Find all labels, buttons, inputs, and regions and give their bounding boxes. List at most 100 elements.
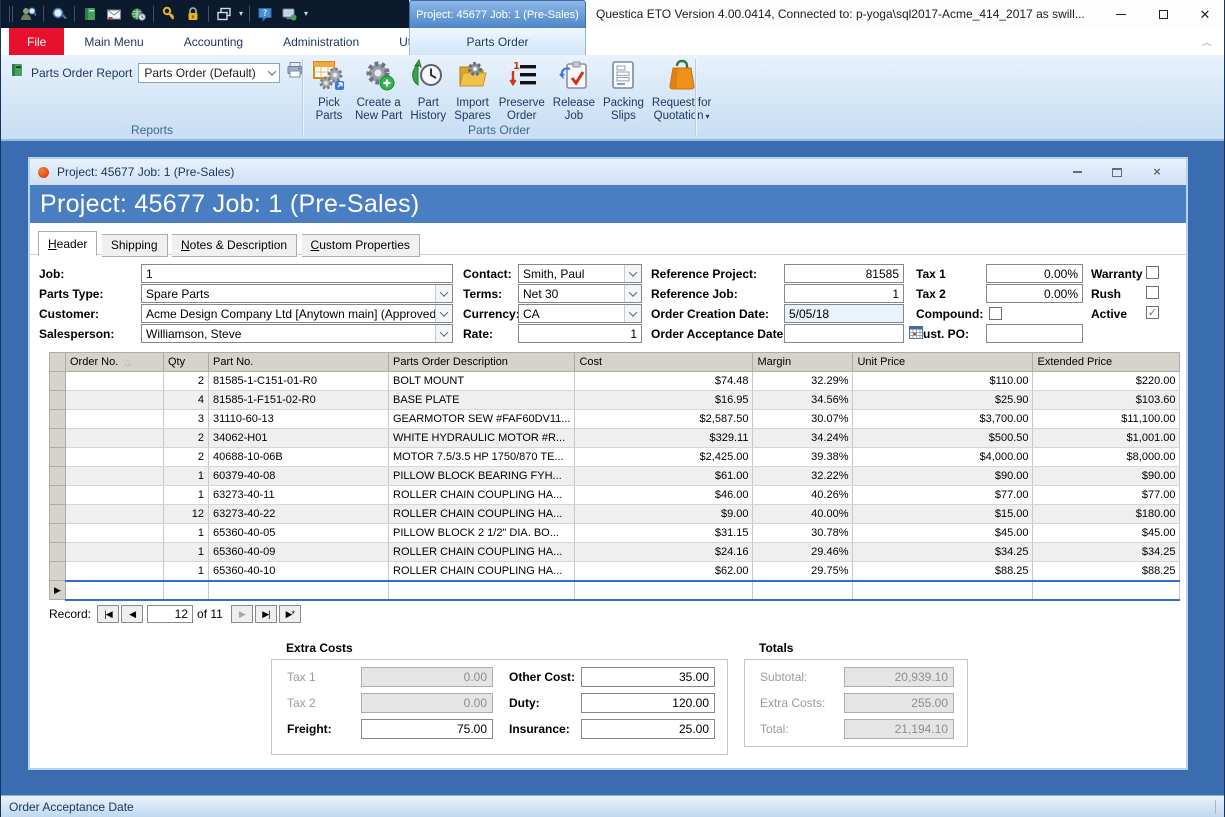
new-record-button[interactable]: ▶*: [279, 605, 301, 623]
close-button[interactable]: ✕: [1184, 0, 1225, 28]
cell-order_no[interactable]: [66, 410, 164, 429]
customer-select[interactable]: Acme Design Company Ltd [Anytown main] (…: [141, 304, 453, 323]
cascade-dropdown-caret-icon[interactable]: ▾: [239, 10, 243, 18]
search-icon[interactable]: [50, 5, 68, 23]
column-header-qty[interactable]: Qty: [164, 353, 209, 372]
cell-qty-empty[interactable]: [164, 581, 209, 600]
minimize-button[interactable]: [1100, 0, 1142, 28]
cell-margin[interactable]: 34.24%: [753, 429, 853, 448]
cell-extended_price[interactable]: $34.25: [1033, 543, 1180, 562]
rate-field[interactable]: 1: [518, 324, 642, 343]
cell-part_no[interactable]: 65360-40-09: [209, 543, 389, 562]
ribbon-collapse-icon[interactable]: ︿: [1202, 36, 1212, 48]
column-header-description[interactable]: Parts Order Description: [389, 353, 575, 372]
cell-unit_price[interactable]: $3,700.00: [853, 410, 1033, 429]
cell-order_no[interactable]: [66, 562, 164, 581]
row-selector[interactable]: [50, 524, 66, 543]
cell-margin[interactable]: 29.46%: [753, 543, 853, 562]
cell-part_no[interactable]: 65360-40-10: [209, 562, 389, 581]
cell-margin[interactable]: 40.00%: [753, 505, 853, 524]
monitor-icon[interactable]: [280, 5, 298, 23]
cell-unit_price[interactable]: $77.00: [853, 486, 1033, 505]
user-search-icon[interactable]: [19, 5, 37, 23]
row-selector[interactable]: [50, 467, 66, 486]
row-selector[interactable]: [50, 448, 66, 467]
first-record-button[interactable]: |◀: [97, 605, 119, 623]
cell-description[interactable]: ROLLER CHAIN COUPLING HA...: [389, 486, 575, 505]
warranty-checkbox[interactable]: [1146, 266, 1159, 279]
cell-part_no[interactable]: 40688-10-06B: [209, 448, 389, 467]
cell-extended_price[interactable]: $45.00: [1033, 524, 1180, 543]
cell-unit_price[interactable]: $15.00: [853, 505, 1033, 524]
cell-unit_price[interactable]: $25.90: [853, 391, 1033, 410]
column-header-unit_price[interactable]: Unit Price: [853, 353, 1033, 372]
cell-unit_price[interactable]: $4,000.00: [853, 448, 1033, 467]
tab-notes-description[interactable]: Notes & Description: [172, 234, 297, 257]
cascade-windows-icon[interactable]: [215, 5, 233, 23]
maximize-button[interactable]: [1142, 0, 1184, 28]
reference-project-field[interactable]: 81585: [784, 264, 904, 283]
cell-order_no[interactable]: [66, 524, 164, 543]
cell-cost[interactable]: $2,425.00: [575, 448, 753, 467]
grid-select-all[interactable]: [50, 353, 66, 372]
cell-part_no[interactable]: 31110-60-13: [209, 410, 389, 429]
cell-qty[interactable]: 2: [164, 372, 209, 391]
cell-part_no[interactable]: 63273-40-22: [209, 505, 389, 524]
email-icon[interactable]: [105, 5, 123, 23]
notebook-icon[interactable]: [81, 5, 99, 23]
cell-cost[interactable]: $16.95: [575, 391, 753, 410]
duty-field[interactable]: 120.00: [581, 693, 715, 713]
column-header-part_no[interactable]: Part No.: [209, 353, 389, 372]
part-history-button[interactable]: Part History: [406, 57, 450, 125]
cell-order_no[interactable]: [66, 543, 164, 562]
cell-description-empty[interactable]: [389, 581, 575, 600]
cell-description[interactable]: ROLLER CHAIN COUPLING HA...: [389, 562, 575, 581]
cell-margin[interactable]: 30.07%: [753, 410, 853, 429]
cust-po-field[interactable]: [986, 324, 1083, 343]
tab-administration[interactable]: Administration: [263, 28, 379, 55]
cell-unit_price-empty[interactable]: [853, 581, 1033, 600]
cell-unit_price[interactable]: $90.00: [853, 467, 1033, 486]
row-selector[interactable]: [50, 486, 66, 505]
cell-unit_price[interactable]: $45.00: [853, 524, 1033, 543]
cell-cost[interactable]: $74.48: [575, 372, 753, 391]
insurance-field[interactable]: 25.00: [581, 719, 715, 739]
cell-qty[interactable]: 3: [164, 410, 209, 429]
key-icon[interactable]: [160, 5, 178, 23]
cell-cost[interactable]: $24.16: [575, 543, 753, 562]
tab-custom-properties[interactable]: Custom Properties: [302, 234, 420, 257]
contact-select[interactable]: Smith, Paul: [518, 264, 642, 283]
cell-qty[interactable]: 4: [164, 391, 209, 410]
qat-overflow-caret-icon[interactable]: ▾: [304, 10, 308, 18]
cell-qty[interactable]: 1: [164, 486, 209, 505]
cell-description[interactable]: BASE PLATE: [389, 391, 575, 410]
rush-checkbox[interactable]: [1146, 286, 1159, 299]
tax2-field[interactable]: 0.00%: [986, 284, 1083, 303]
row-selector[interactable]: [50, 429, 66, 448]
cell-cost[interactable]: $9.00: [575, 505, 753, 524]
cell-order_no[interactable]: [66, 486, 164, 505]
tab-main-menu[interactable]: Main Menu: [64, 28, 163, 55]
lock-icon[interactable]: [184, 5, 202, 23]
tab-header[interactable]: Header: [38, 231, 97, 256]
cell-cost[interactable]: $46.00: [575, 486, 753, 505]
last-record-button[interactable]: ▶|: [255, 605, 277, 623]
cell-extended_price[interactable]: $103.60: [1033, 391, 1180, 410]
cell-margin[interactable]: 39.38%: [753, 448, 853, 467]
tab-shipping[interactable]: Shipping: [102, 234, 168, 257]
cell-extended_price[interactable]: $88.25: [1033, 562, 1180, 581]
cell-qty[interactable]: 1: [164, 467, 209, 486]
terms-select[interactable]: Net 30: [518, 284, 642, 303]
create-new-part-button[interactable]: Create a New Part: [351, 57, 406, 125]
document-close-button[interactable]: ×: [1150, 165, 1164, 179]
cell-description[interactable]: PILLOW BLOCK 2 1/2" DIA. BO...: [389, 524, 575, 543]
cell-order_no[interactable]: [66, 467, 164, 486]
cell-extended_price[interactable]: $1,001.00: [1033, 429, 1180, 448]
release-job-button[interactable]: Release Job: [549, 57, 599, 125]
cell-extended_price-empty[interactable]: [1033, 581, 1180, 600]
current-row-arrow-icon[interactable]: ▶: [50, 581, 66, 600]
cell-description[interactable]: BOLT MOUNT: [389, 372, 575, 391]
cell-part_no[interactable]: 60379-40-08: [209, 467, 389, 486]
active-checkbox[interactable]: [1146, 306, 1159, 319]
preserve-order-button[interactable]: 1 Preserve Order: [495, 57, 549, 125]
